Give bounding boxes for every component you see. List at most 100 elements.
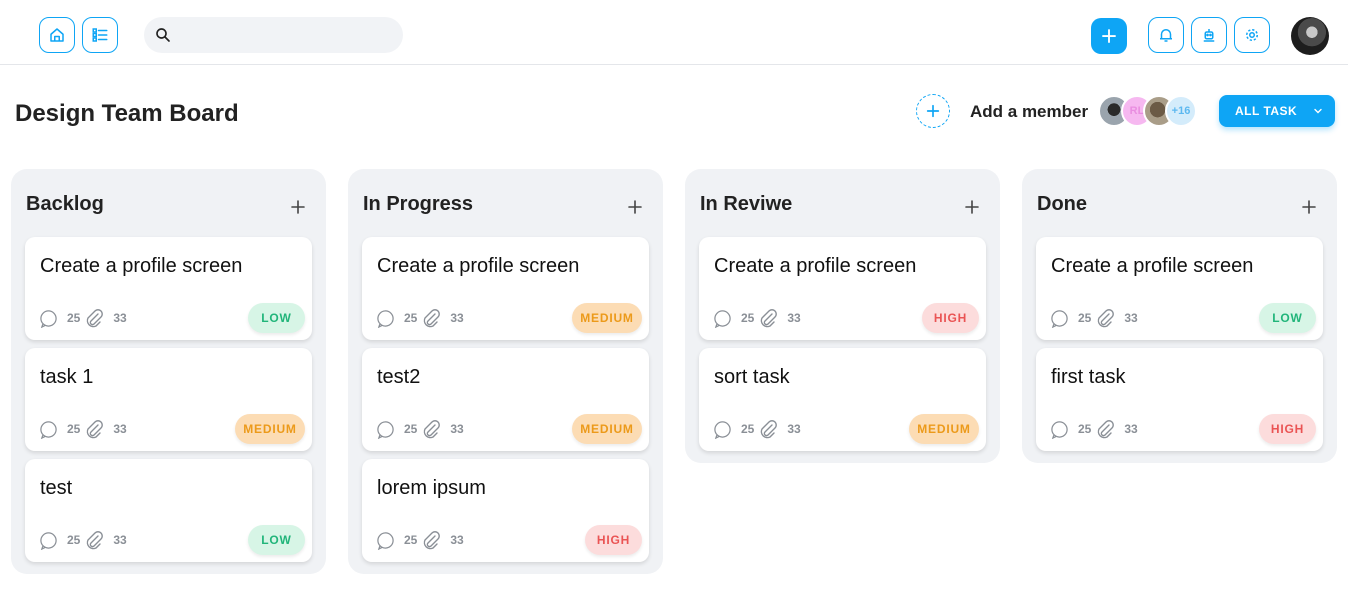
priority-badge[interactable]: MEDIUM	[909, 414, 979, 444]
task-meta: 25 33	[1050, 308, 1138, 328]
paperclip-icon	[761, 420, 778, 439]
task-card[interactable]: test 25 33 LOW	[25, 459, 312, 562]
comment-count: 25	[1078, 422, 1092, 436]
gear-icon	[1246, 29, 1258, 41]
comment-count: 25	[404, 533, 418, 547]
priority-badge[interactable]: HIGH	[922, 303, 979, 333]
comment-icon	[714, 309, 731, 328]
list-icon	[92, 28, 108, 42]
search-icon	[156, 28, 170, 42]
comment-count: 25	[404, 311, 418, 325]
robot-icon	[1203, 29, 1215, 42]
add-card-icon[interactable]	[627, 199, 643, 215]
board-column: In Progress Create a profile screen 25 33 ME…	[348, 169, 663, 574]
task-filter-label: ALL TASK	[1235, 104, 1298, 118]
task-meta: 25 33	[713, 419, 801, 439]
comment-icon	[377, 420, 394, 439]
task-card[interactable]: first task 25 33 HIGH	[1036, 348, 1323, 451]
task-title: sort task	[714, 366, 790, 388]
comment-count: 25	[67, 422, 81, 436]
board-column: In Reviwe Create a profile screen 25 33 HIGH…	[685, 169, 1000, 463]
plus-icon	[1102, 29, 1116, 43]
attachment-count: 33	[450, 422, 464, 436]
priority-badge[interactable]: LOW	[1259, 303, 1316, 333]
attachment-count: 33	[1124, 422, 1138, 436]
priority-badge[interactable]: HIGH	[585, 525, 642, 555]
task-title: Create a profile screen	[1051, 255, 1254, 277]
assistant-button[interactable]	[1191, 17, 1227, 53]
add-card-icon[interactable]	[290, 199, 306, 215]
attachment-count: 33	[450, 311, 464, 325]
task-title: test	[40, 477, 73, 499]
add-card-icon[interactable]	[964, 199, 980, 215]
more-members-count[interactable]: +16	[1165, 95, 1197, 127]
comment-count: 25	[67, 311, 81, 325]
task-card[interactable]: Create a profile screen 25 33 HIGH	[699, 237, 986, 340]
task-title: task 1	[40, 366, 94, 388]
task-card[interactable]: lorem ipsum 25 33 HIGH	[362, 459, 649, 562]
task-title: lorem ipsum	[377, 477, 486, 499]
notifications-button[interactable]	[1148, 17, 1184, 53]
paperclip-icon	[1098, 309, 1115, 328]
task-title: test2	[377, 366, 421, 388]
comment-icon	[714, 420, 731, 439]
add-member-label[interactable]: Add a member	[970, 102, 1088, 122]
priority-badge[interactable]: MEDIUM	[235, 414, 305, 444]
paperclip-icon	[424, 531, 441, 550]
paperclip-icon	[87, 309, 104, 328]
task-meta: 25 33	[1050, 419, 1138, 439]
comment-count: 25	[741, 422, 755, 436]
plus-icon	[926, 104, 940, 118]
attachment-count: 33	[113, 422, 127, 436]
column-title: In Reviwe	[700, 193, 793, 215]
comment-icon	[40, 531, 57, 550]
task-meta: 25 33	[39, 530, 127, 550]
settings-button[interactable]	[1234, 17, 1270, 53]
user-avatar[interactable]	[1291, 17, 1329, 55]
task-card[interactable]: Create a profile screen 25 33 LOW	[25, 237, 312, 340]
task-title: Create a profile screen	[40, 255, 243, 277]
attachment-count: 33	[1124, 311, 1138, 325]
bell-icon	[1160, 29, 1172, 42]
board-column: Done Create a profile screen 25 33 LOW first …	[1022, 169, 1337, 463]
task-card[interactable]: test2 25 33 MEDIUM	[362, 348, 649, 451]
list-view-button[interactable]	[82, 17, 118, 53]
task-card[interactable]: sort task 25 33 MEDIUM	[699, 348, 986, 451]
board-column: Backlog Create a profile screen 25 33 LOW tas…	[11, 169, 326, 574]
top-bar	[0, 0, 1348, 65]
comment-count: 25	[404, 422, 418, 436]
search-input[interactable]	[180, 17, 395, 53]
home-button[interactable]	[39, 17, 75, 53]
paperclip-icon	[87, 420, 104, 439]
add-member-button[interactable]	[916, 94, 950, 128]
comment-count: 25	[67, 533, 81, 547]
search-bar	[144, 17, 403, 53]
chevron-down-icon	[1314, 108, 1322, 114]
task-filter-dropdown[interactable]: ALL TASK	[1219, 95, 1335, 127]
priority-badge[interactable]: MEDIUM	[572, 414, 642, 444]
home-icon	[50, 28, 64, 42]
priority-badge[interactable]: LOW	[248, 303, 305, 333]
priority-badge[interactable]: LOW	[248, 525, 305, 555]
add-card-icon[interactable]	[1301, 199, 1317, 215]
task-meta: 25 33	[39, 419, 127, 439]
task-title: Create a profile screen	[377, 255, 580, 277]
comment-icon	[1051, 420, 1068, 439]
member-avatars[interactable]: RL +16	[1098, 95, 1208, 127]
comment-icon	[377, 531, 394, 550]
paperclip-icon	[87, 531, 104, 550]
attachment-count: 33	[787, 311, 801, 325]
column-title: Backlog	[26, 193, 104, 215]
create-button[interactable]	[1091, 18, 1127, 54]
task-card[interactable]: Create a profile screen 25 33 LOW	[1036, 237, 1323, 340]
task-card[interactable]: task 1 25 33 MEDIUM	[25, 348, 312, 451]
task-title: Create a profile screen	[714, 255, 917, 277]
comment-count: 25	[741, 311, 755, 325]
comment-icon	[40, 309, 57, 328]
priority-badge[interactable]: HIGH	[1259, 414, 1316, 444]
priority-badge[interactable]: MEDIUM	[572, 303, 642, 333]
attachment-count: 33	[787, 422, 801, 436]
comment-icon	[377, 309, 394, 328]
attachment-count: 33	[113, 533, 127, 547]
task-card[interactable]: Create a profile screen 25 33 MEDIUM	[362, 237, 649, 340]
